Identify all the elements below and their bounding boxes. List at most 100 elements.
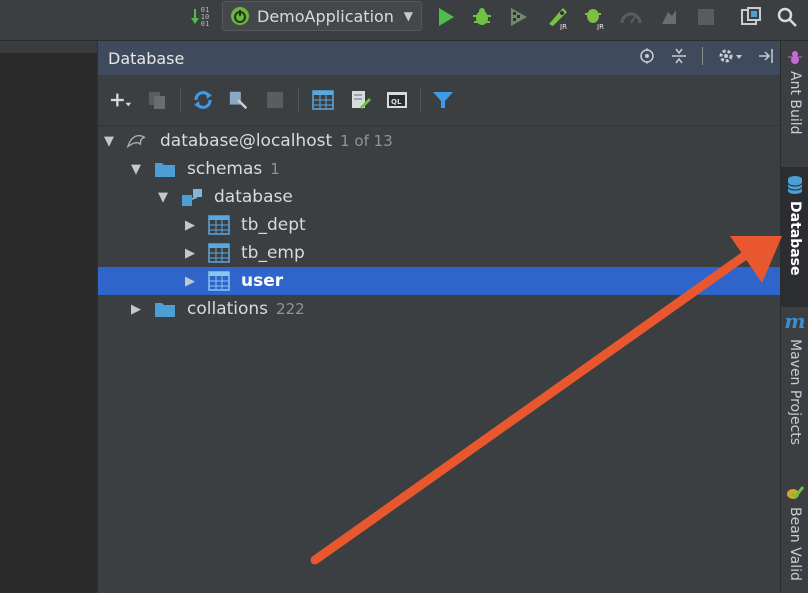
tree-node-label: user [241,271,284,291]
tree-node-label: schemas 1 [187,159,280,179]
run-configuration-label: DemoApplication [257,6,394,26]
tab-ant-build[interactable]: Ant Build [781,49,808,159]
node-count: 1 [270,160,280,178]
toolbar-separator [420,87,421,113]
tree-node-label: database [214,187,293,207]
tree-node-schemas[interactable]: ▼ schemas 1 [98,155,781,183]
tab-bean-validation[interactable]: Bean Valid [781,485,808,593]
run-button[interactable] [434,2,458,32]
node-count: 1 of 13 [340,132,393,150]
tree-node-label: database@localhost 1 of 13 [160,131,393,151]
green-arrow-down-icon [190,9,199,24]
folder-icon [154,298,176,320]
crosshair-icon[interactable] [638,47,656,65]
collapsed-arrow-icon[interactable]: ▶ [183,274,197,289]
main-toolbar: 01 10 01 DemoApplication ▼ JR JR [0,0,808,41]
tree-node-table[interactable]: ▶ tb_dept [98,211,781,239]
profile-button[interactable] [618,2,644,32]
svg-text:QL: QL [391,98,402,106]
maven-icon: m [784,309,806,333]
mysql-dolphin-icon [126,130,148,152]
tab-database[interactable]: Database [781,167,808,307]
jrebel-rocket-icon: JR [549,8,567,30]
run-configuration-selector[interactable]: DemoApplication ▼ [222,1,422,31]
tab-label: Ant Build [787,71,803,135]
run-with-coverage-button[interactable] [506,2,532,32]
tool-window-title: Database [108,48,185,68]
jrebel-run-button[interactable]: JR [545,2,571,32]
plus-icon [110,93,132,107]
collapsed-arrow-icon[interactable]: ▶ [183,246,197,261]
table-icon [208,242,230,264]
tree-node-schema-database[interactable]: ▼ database [98,183,781,211]
expanded-arrow-icon[interactable]: ▼ [102,134,116,149]
ql-console-icon: QL [387,92,407,108]
table-icon [208,270,230,292]
debug-button[interactable] [470,2,494,32]
svg-text:JR: JR [559,23,567,30]
run-icon [439,8,454,26]
tab-label: Bean Valid [787,507,803,581]
tree-node-label: collations 222 [187,299,305,319]
tree-node-table-selected[interactable]: ▶ user [98,267,781,295]
tab-label: Database [787,201,803,276]
tab-label: Maven Projects [787,339,803,446]
jrebel-bug-icon: JR [585,9,604,30]
table-icon [312,90,334,110]
project-structure-button[interactable] [738,2,764,32]
table-icon [208,214,230,236]
attach-button[interactable] [656,2,682,32]
synchronize-button[interactable] [192,89,214,111]
tab-maven-projects[interactable]: m Maven Projects [781,309,808,459]
ant-icon [788,51,802,64]
wrench-settings-icon [229,91,248,110]
refresh-icon [194,91,212,109]
editor-area [0,41,97,593]
duplicate-button[interactable] [146,89,168,111]
collapsed-arrow-icon[interactable]: ▶ [183,218,197,233]
gear-icon[interactable] [717,47,743,65]
expanded-arrow-icon[interactable]: ▼ [156,190,170,205]
tool-window-header: Database [98,41,781,75]
data-source-properties-button[interactable] [228,89,250,111]
collapse-all-icon[interactable] [670,47,688,65]
speedometer-icon [620,12,642,24]
tree-node-label: tb_emp [241,243,305,263]
jrebel-debug-button[interactable]: JR [582,2,608,32]
edit-source-button[interactable] [350,89,372,111]
hide-panel-icon[interactable] [757,47,775,65]
console-button[interactable]: QL [386,89,408,111]
stop-query-button[interactable] [264,89,286,111]
search-icon [777,7,797,27]
binary-data-icon[interactable]: 01 10 01 [186,2,214,32]
folder-icon [154,158,176,180]
filter-button[interactable] [432,89,454,111]
tree-node-datasource[interactable]: ▼ database@localhost 1 of 13 [98,127,781,155]
stop-icon [698,9,714,25]
svg-text:JR: JR [596,23,604,30]
tree-node-label: tb_dept [241,215,306,235]
right-tool-window-bar: Ant Build Database m Maven Projects Bean… [780,41,808,593]
tree-node-table[interactable]: ▶ tb_emp [98,239,781,267]
search-everywhere-button[interactable] [774,2,800,32]
database-tool-window: Database QL ▼ database@localhost 1 of 13… [97,41,781,593]
project-structure-icon [741,7,761,25]
chevron-down-icon: ▼ [403,9,413,23]
spring-boot-icon [231,7,249,25]
stop-button[interactable] [694,2,718,32]
database-icon [787,176,803,194]
collapsed-arrow-icon[interactable]: ▶ [129,302,143,317]
toolbar-separator [298,87,299,113]
tree-node-collations[interactable]: ▶ collations 222 [98,295,781,323]
table-editor-button[interactable] [312,89,334,111]
expanded-arrow-icon[interactable]: ▼ [129,162,143,177]
editor-tab-strip [0,41,97,53]
edit-document-icon [352,91,371,109]
add-button[interactable] [110,89,132,111]
header-actions [638,47,775,65]
stop-icon [267,92,283,108]
bean-validation-icon [787,486,804,500]
bug-icon [473,8,491,25]
node-count: 222 [276,300,305,318]
divider [702,47,703,65]
